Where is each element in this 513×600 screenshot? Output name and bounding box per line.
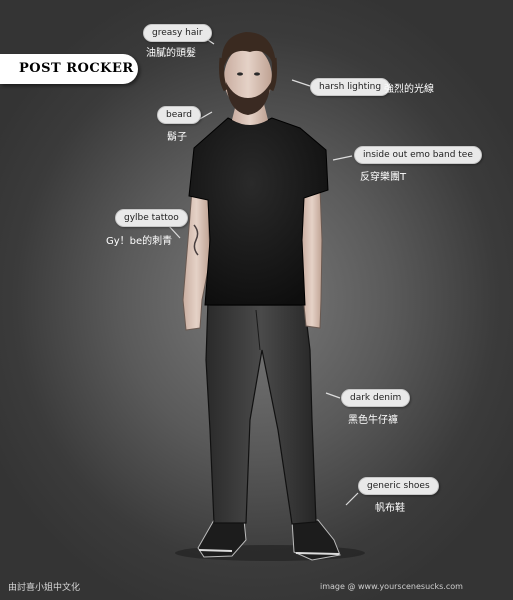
- callout-label: inside out emo band tee: [354, 146, 482, 164]
- callout-translation: Gy！be的刺青: [106, 236, 173, 247]
- callout-translation: 帆布鞋: [375, 503, 405, 514]
- callout-label: harsh lighting: [310, 78, 391, 96]
- callout-translation: 黑色牛仔褲: [348, 415, 398, 426]
- callout-label: dark denim: [341, 389, 411, 407]
- page-title: POST ROCKER: [19, 61, 134, 76]
- callout-label: gylbe tattoo: [115, 209, 188, 227]
- title-banner: POST ROCKER: [0, 54, 138, 84]
- callout-label: beard: [157, 106, 202, 124]
- callout-translation: 反穿樂團T: [360, 172, 407, 183]
- illustration-background: POST ROCKER greasy hair 油膩的頭髮 harsh ligh…: [0, 0, 513, 600]
- callout-label: greasy hair: [143, 24, 212, 42]
- jeans: [205, 299, 317, 525]
- callout-translation: 鬍子: [167, 132, 187, 143]
- callout-translation: 強烈的光線: [384, 84, 434, 95]
- callout-translation: 油膩的頭髮: [146, 48, 196, 59]
- translator-credit: 由討喜小姐中文化: [8, 583, 81, 593]
- callout-label: generic shoes: [358, 477, 439, 495]
- image-credit: image @ www.yourscenesucks.com: [320, 582, 463, 591]
- post-rocker-illustration: [167, 32, 365, 561]
- head: [219, 32, 278, 115]
